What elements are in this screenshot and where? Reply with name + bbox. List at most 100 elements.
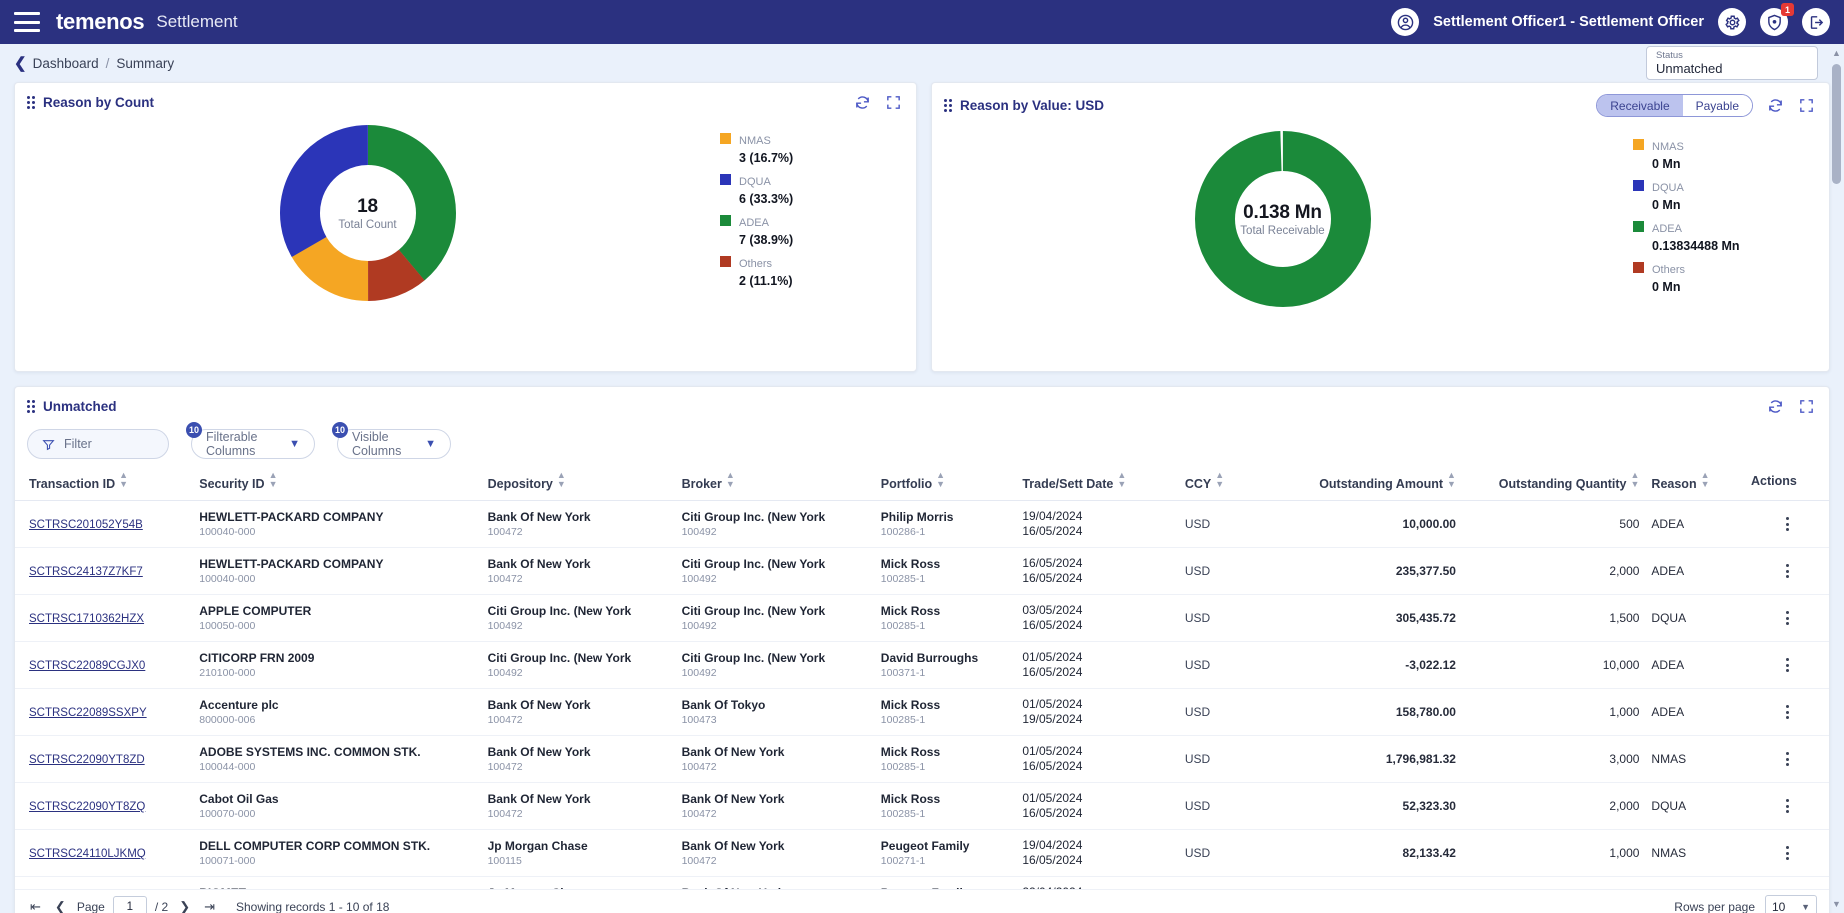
notification-shield-icon[interactable]: 1 <box>1760 3 1794 36</box>
cell-reason: ADEA <box>1645 547 1746 595</box>
cell-actions[interactable] <box>1745 735 1829 783</box>
table-row[interactable]: SCTRSC201052Y54B HEWLETT-PACKARD COMPANY 1… <box>15 500 1829 548</box>
drag-handle-icon[interactable] <box>27 400 35 413</box>
sort-icon[interactable]: ▲ ▼ <box>1631 471 1640 489</box>
sort-icon[interactable]: ▲ ▼ <box>119 471 128 489</box>
row-actions-menu-icon[interactable] <box>1751 705 1823 719</box>
chevron-down-icon[interactable]: ▼ <box>289 438 300 450</box>
gear-icon[interactable] <box>1718 8 1746 36</box>
refresh-icon[interactable] <box>1767 398 1784 415</box>
logout-icon[interactable] <box>1802 8 1830 36</box>
prev-page-icon[interactable]: ❮ <box>52 899 69 913</box>
row-actions-menu-icon[interactable] <box>1751 658 1823 672</box>
scroll-up-arrow-icon[interactable]: ▲ <box>1831 48 1842 58</box>
back-chevron-icon[interactable]: ❮ <box>14 54 27 72</box>
col-transaction-id[interactable]: Transaction ID▲ ▼ <box>15 459 194 501</box>
sort-icon[interactable]: ▲ ▼ <box>1117 471 1126 489</box>
user-avatar-icon[interactable] <box>1391 8 1420 36</box>
breadcrumb-dashboard[interactable]: Dashboard <box>33 56 99 71</box>
first-page-icon[interactable]: ⇤ <box>27 899 44 913</box>
col-trade-sett-date[interactable]: Trade/Sett Date▲ ▼ <box>1016 459 1179 501</box>
drag-handle-icon[interactable] <box>27 96 35 109</box>
cell-actions[interactable] <box>1745 500 1829 548</box>
chevron-down-icon[interactable]: ▼ <box>1801 902 1810 912</box>
page-input[interactable] <box>112 896 147 913</box>
row-actions-menu-icon[interactable] <box>1751 611 1823 625</box>
table-row[interactable]: SCTRSC24137Z7KF7 HEWLETT-PACKARD COMPANY 1… <box>15 547 1829 595</box>
sort-icon[interactable]: ▲ ▼ <box>1215 471 1224 489</box>
sort-icon[interactable]: ▲ ▼ <box>1447 471 1456 489</box>
page-label: Page <box>76 899 105 913</box>
cell-transaction-id[interactable]: SCTRSC1710362HZX <box>15 594 194 642</box>
rows-per-page-select[interactable]: 10 ▼ <box>1765 894 1817 913</box>
cell-actions[interactable] <box>1745 782 1829 830</box>
col-outstanding-amount[interactable]: Outstanding Amount▲ ▼ <box>1273 459 1462 501</box>
col-security-id[interactable]: Security ID▲ ▼ <box>193 459 482 501</box>
cell-transaction-id[interactable]: SCTRSC24110LJKMQ <box>15 829 194 877</box>
table-row[interactable]: SCTRSC22089CGJX0 CITICORP FRN 2009 210100-… <box>15 641 1829 689</box>
expand-icon[interactable] <box>1798 398 1815 415</box>
cell-transaction-id[interactable]: SCTRSC22089CGJX0 <box>15 641 194 689</box>
col-ccy[interactable]: CCY▲ ▼ <box>1178 459 1274 501</box>
transaction-id-link[interactable]: SCTRSC24110LJKMQ <box>29 848 146 860</box>
status-filter-select[interactable]: Status Unmatched <box>1646 46 1818 80</box>
next-page-icon[interactable]: ❯ <box>176 899 193 913</box>
row-actions-menu-icon[interactable] <box>1751 846 1823 860</box>
cell-transaction-id[interactable]: SCTRSC201052Y54B <box>15 500 194 548</box>
sort-icon[interactable]: ▲ ▼ <box>936 471 945 489</box>
transaction-id-link[interactable]: SCTRSC201052Y54B <box>29 519 143 531</box>
row-actions-menu-icon[interactable] <box>1751 517 1823 531</box>
table-row[interactable]: SCTRSC22090YT8ZQ Cabot Oil Gas 100070-000 B… <box>15 782 1829 830</box>
col-portfolio[interactable]: Portfolio▲ ▼ <box>874 459 1017 501</box>
sort-icon[interactable]: ▲ ▼ <box>557 471 566 489</box>
cell-actions[interactable] <box>1745 547 1829 595</box>
refresh-icon[interactable] <box>1767 97 1784 114</box>
table-row[interactable]: SCTRSC24110LJKMQ DELL COMPUTER CORP COMMO… <box>15 829 1829 877</box>
col-broker[interactable]: Broker▲ ▼ <box>675 459 875 501</box>
donut-total-value: 18 <box>357 195 378 217</box>
transaction-id-link[interactable]: SCTRSC22090YT8ZD <box>29 754 145 766</box>
receivable-payable-toggle[interactable]: Receivable Payable <box>1596 94 1753 117</box>
table-row[interactable]: SCTRSC1710362HZX APPLE COMPUTER 100050-000… <box>15 594 1829 642</box>
expand-icon[interactable] <box>885 94 902 111</box>
legend-swatch-dqua <box>1633 180 1644 191</box>
row-actions-menu-icon[interactable] <box>1751 799 1823 813</box>
cell-actions[interactable] <box>1745 829 1829 877</box>
row-actions-menu-icon[interactable] <box>1751 564 1823 578</box>
transaction-id-link[interactable]: SCTRSC22090YT8ZQ <box>29 801 145 813</box>
transaction-id-link[interactable]: SCTRSC22089CGJX0 <box>29 660 145 672</box>
visible-columns-dropdown[interactable]: 10 Visible Columns ▼ <box>332 422 451 459</box>
scroll-down-arrow-icon[interactable]: ▼ <box>1831 899 1842 909</box>
scrollbar-thumb[interactable] <box>1832 64 1841 184</box>
col-depository[interactable]: Depository▲ ▼ <box>481 459 676 501</box>
filterable-columns-dropdown[interactable]: 10 Filterable Columns ▼ <box>186 422 315 459</box>
cell-actions[interactable] <box>1745 688 1829 736</box>
sort-icon[interactable]: ▲ ▼ <box>1701 471 1710 489</box>
cell-transaction-id[interactable]: SCTRSC22089SSXPY <box>15 688 194 736</box>
chevron-down-icon[interactable]: ▼ <box>425 438 436 450</box>
refresh-icon[interactable] <box>854 94 871 111</box>
toggle-payable[interactable]: Payable <box>1682 95 1752 116</box>
transaction-id-link[interactable]: SCTRSC22089SSXPY <box>29 707 147 719</box>
toggle-receivable[interactable]: Receivable <box>1597 95 1683 116</box>
sort-icon[interactable]: ▲ ▼ <box>726 471 735 489</box>
cell-transaction-id[interactable]: SCTRSC22090YT8ZQ <box>15 782 194 830</box>
page-scrollbar[interactable]: ▲ ▼ <box>1831 48 1842 909</box>
last-page-icon[interactable]: ⇥ <box>201 899 218 913</box>
expand-icon[interactable] <box>1798 97 1815 114</box>
sort-icon[interactable]: ▲ ▼ <box>269 471 278 489</box>
transaction-id-link[interactable]: SCTRSC24137Z7KF7 <box>29 566 143 578</box>
row-actions-menu-icon[interactable] <box>1751 752 1823 766</box>
cell-actions[interactable] <box>1745 594 1829 642</box>
col-reason[interactable]: Reason▲ ▼ <box>1645 459 1746 501</box>
cell-transaction-id[interactable]: SCTRSC24137Z7KF7 <box>15 547 194 595</box>
col-outstanding-quantity[interactable]: Outstanding Quantity▲ ▼ <box>1461 459 1646 501</box>
table-row[interactable]: SCTRSC22090YT8ZD ADOBE SYSTEMS INC. COMMO… <box>15 735 1829 783</box>
cell-actions[interactable] <box>1745 641 1829 689</box>
filter-button[interactable]: Filter <box>27 429 169 459</box>
drag-handle-icon[interactable] <box>944 99 952 112</box>
menu-icon[interactable] <box>14 12 40 32</box>
table-row[interactable]: SCTRSC22089SSXPY Accenture plc 800000-006 B… <box>15 688 1829 736</box>
cell-transaction-id[interactable]: SCTRSC22090YT8ZD <box>15 735 194 783</box>
transaction-id-link[interactable]: SCTRSC1710362HZX <box>29 613 144 625</box>
